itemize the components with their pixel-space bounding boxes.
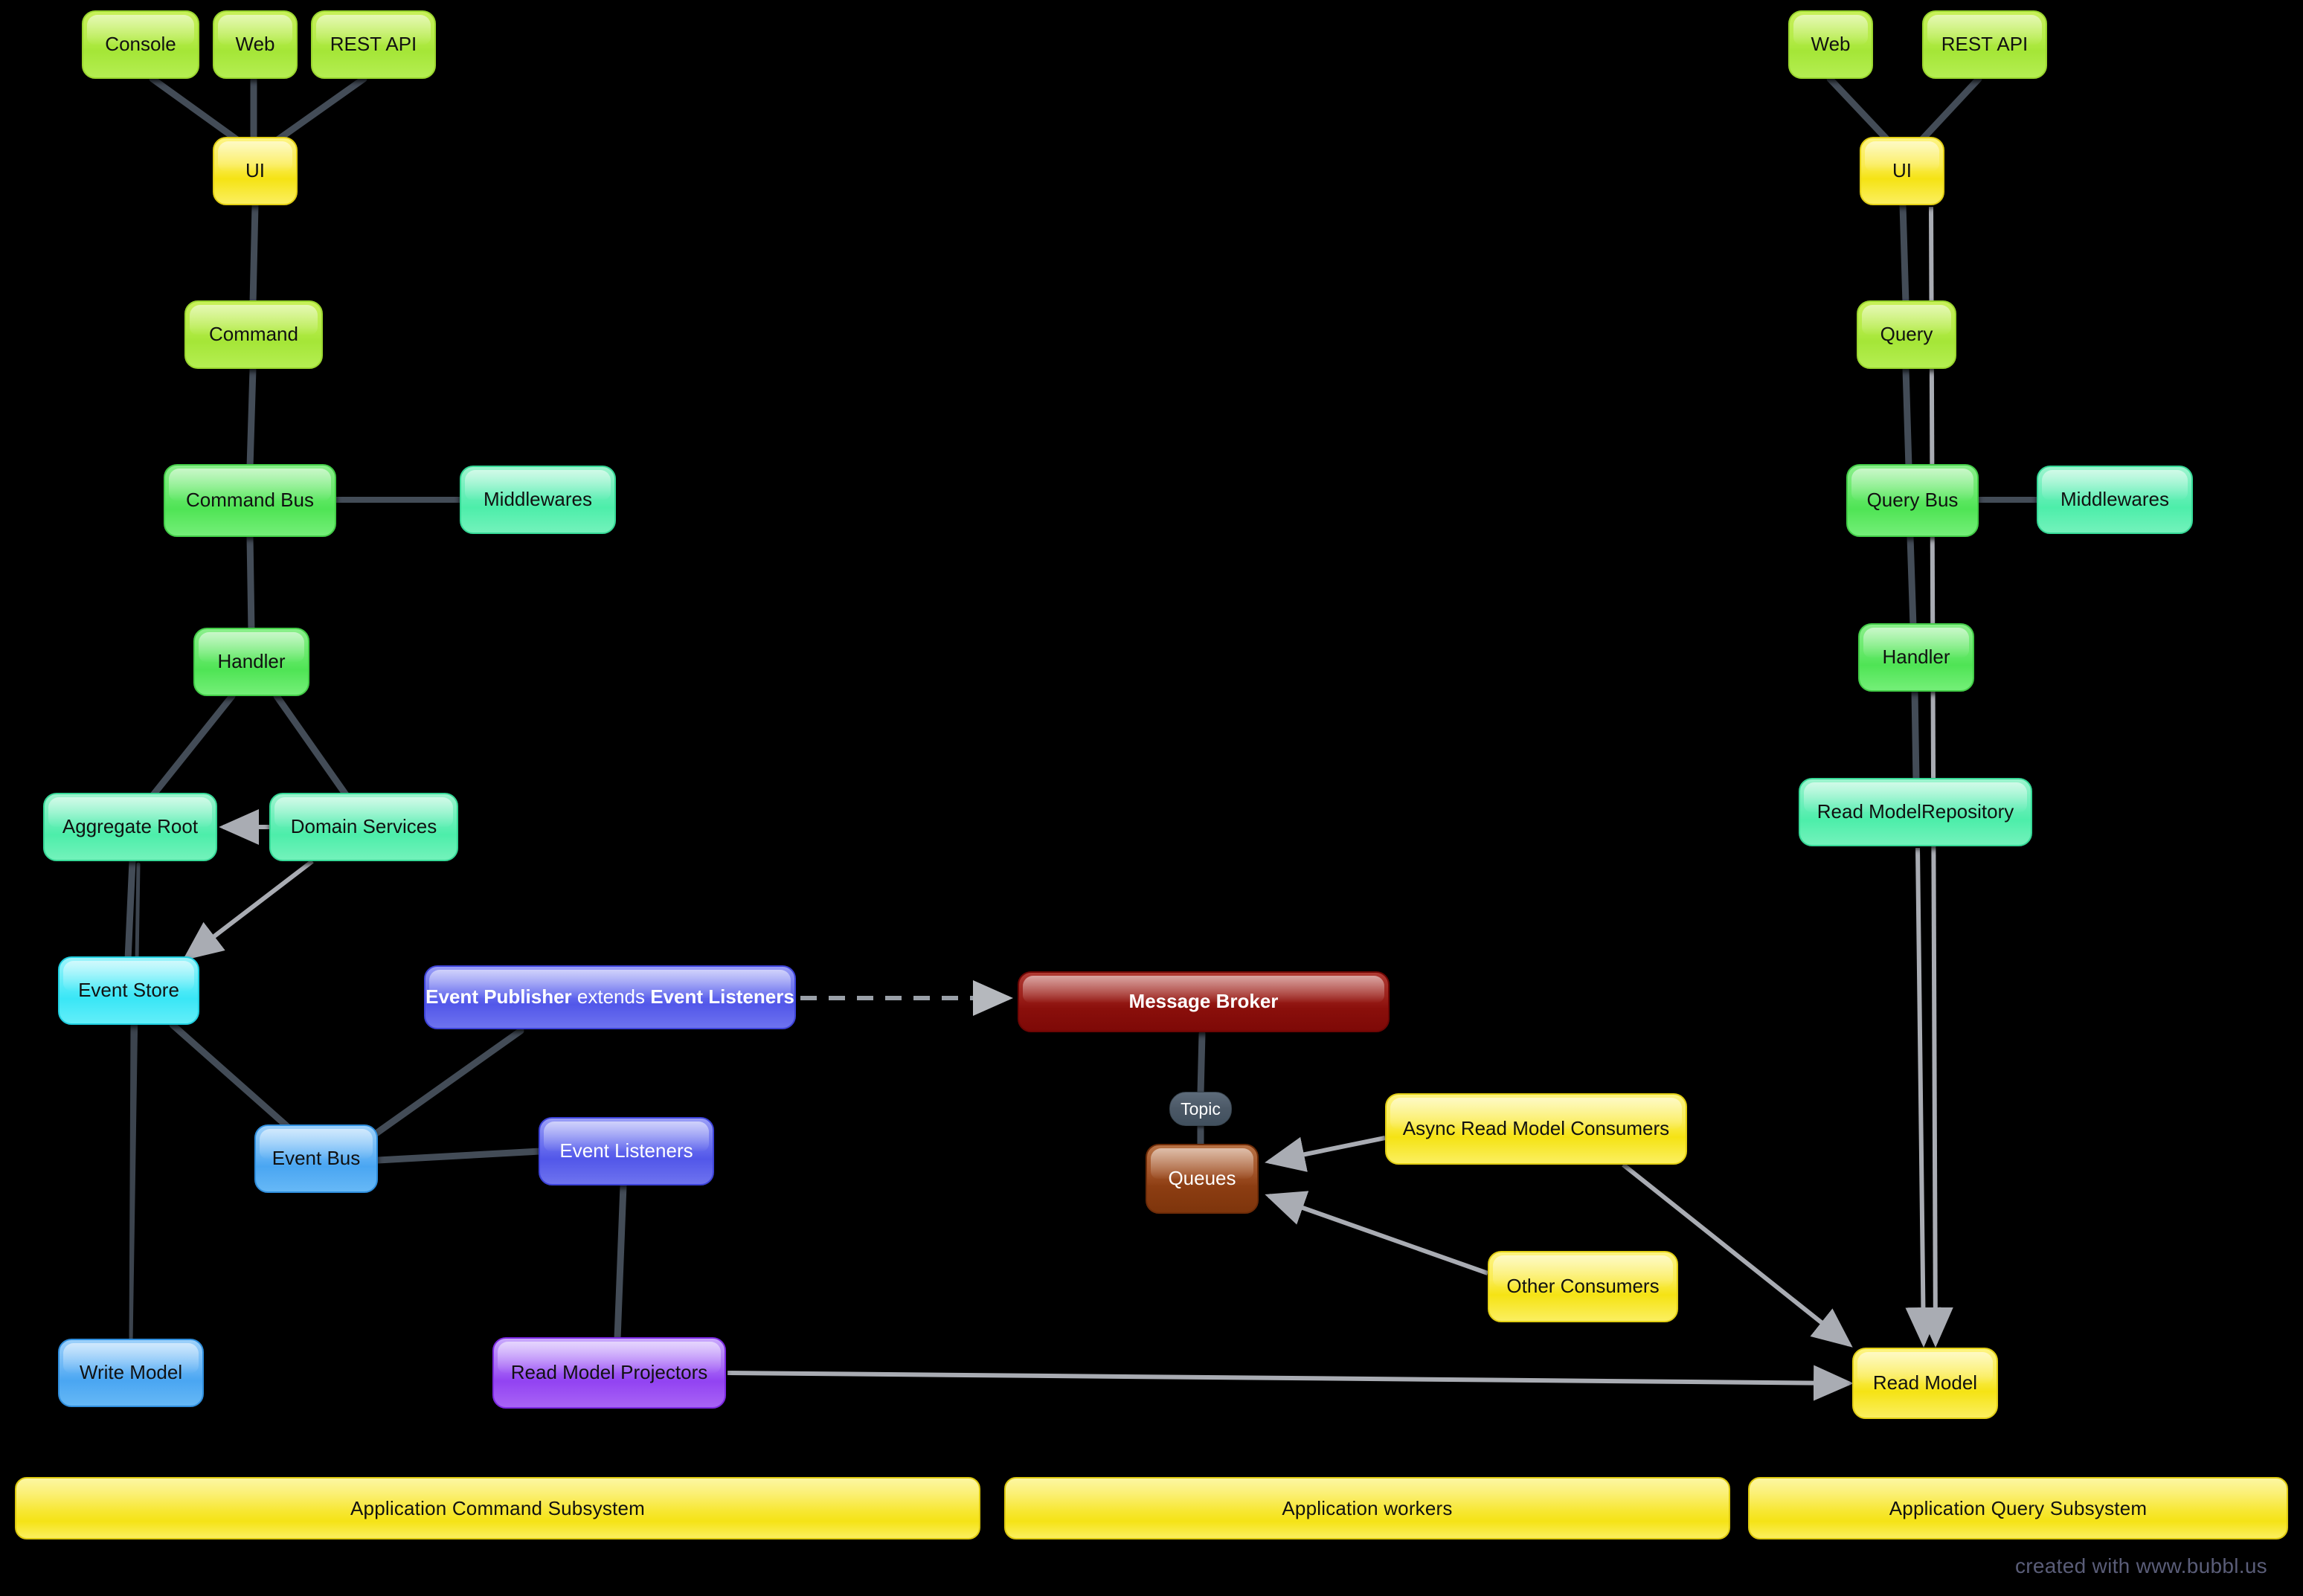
node-label: Read ModelRepository — [1817, 800, 2014, 823]
node-label: Query — [1880, 323, 1933, 346]
edge-repo-readmodel — [1905, 847, 1941, 1348]
node-label-part: Event Publisher — [425, 985, 572, 1008]
node-event_listeners[interactable]: Event Listeners — [539, 1117, 714, 1185]
watermark: created with www.bubbl.us — [2014, 1554, 2267, 1577]
node-label: Read Model Projectors — [510, 1361, 708, 1384]
node-query[interactable]: Query — [1857, 300, 1956, 369]
node-label: Command — [209, 323, 298, 346]
node-message_broker[interactable]: Message Broker — [1018, 971, 1390, 1032]
node-label: REST API — [1941, 33, 2029, 56]
node-label: Other Consumers — [1506, 1275, 1660, 1298]
node-other_consumers[interactable]: Other Consumers — [1488, 1251, 1678, 1322]
node-handler_cmd[interactable]: Handler — [193, 628, 309, 696]
node-label: Web — [1811, 33, 1851, 56]
node-label: Read Model — [1872, 1371, 1978, 1394]
bar-workers[interactable]: Application workers — [1004, 1477, 1730, 1539]
edge-command-bus — [246, 365, 257, 471]
edge-handlerq-repo — [1911, 688, 1920, 785]
edge-uiq-readmodel — [1917, 206, 1953, 1348]
node-query_bus[interactable]: Query Bus — [1846, 464, 1979, 537]
node-label-part: Event Listeners — [650, 985, 794, 1008]
node-middlewares_qry[interactable]: Middlewares — [2037, 466, 2193, 534]
node-label: Console — [105, 33, 176, 56]
node-queues[interactable]: Queues — [1146, 1144, 1259, 1214]
node-label: Middlewares — [484, 488, 592, 511]
node-ui_qry[interactable]: UI — [1860, 137, 1944, 205]
edge-handler-domain — [273, 692, 350, 799]
node-label: Async Read Model Consumers — [1402, 1117, 1670, 1140]
edge-evtstore-evtbus — [169, 1021, 294, 1133]
node-async_consumers[interactable]: Async Read Model Consumers — [1385, 1093, 1687, 1165]
edge-other-queues — [1265, 1191, 1489, 1275]
node-label: Web — [235, 33, 275, 56]
edge-uiq-query — [1899, 202, 1909, 307]
node-middlewares_cmd[interactable]: Middlewares — [460, 466, 616, 534]
node-label: Handler — [1882, 646, 1950, 669]
node-label: Handler — [217, 650, 286, 673]
diagram-canvas: Console Web REST API UI Command Command Bus Mi… — [0, 0, 2303, 1596]
node-command[interactable]: Command — [184, 300, 323, 369]
edge-agg-writemodel — [129, 862, 141, 1344]
node-label: Message Broker — [1128, 990, 1279, 1013]
subsystem-bar-label: Application Query Subsystem — [1889, 1496, 2148, 1519]
node-label: Query Bus — [1866, 489, 1959, 512]
node-domain_services[interactable]: Domain Services — [269, 793, 458, 861]
node-command_bus[interactable]: Command Bus — [164, 464, 336, 537]
node-event_publisher[interactable]: Event Publisher extends Event Listeners — [424, 965, 796, 1029]
node-label: REST API — [330, 33, 417, 56]
node-read_model_proj[interactable]: Read Model Projectors — [492, 1337, 726, 1409]
node-label: UI — [1892, 159, 1912, 182]
edge-evtbus-listeners — [374, 1148, 544, 1164]
bar-query[interactable]: Application Query Subsystem — [1748, 1477, 2288, 1539]
edge-agg-evtstore — [124, 857, 136, 963]
edge-webq-uiq — [1826, 75, 1897, 149]
edge-bus-handler — [246, 533, 255, 634]
node-write_model[interactable]: Write Model — [58, 1339, 204, 1407]
node-label: Domain Services — [290, 815, 437, 838]
node-label-part: extends — [571, 985, 651, 1008]
node-label: Aggregate Root — [62, 815, 199, 838]
subsystem-bar-label: Application workers — [1282, 1496, 1453, 1519]
edge-restapiq-uiq — [1912, 75, 1982, 149]
node-aggregate_root[interactable]: Aggregate Root — [43, 793, 217, 861]
node-web_qry[interactable]: Web — [1788, 10, 1873, 79]
node-ui_cmd[interactable]: UI — [213, 137, 298, 205]
node-event_bus[interactable]: Event Bus — [254, 1124, 378, 1193]
node-label: Event Store — [78, 979, 179, 1002]
node-label: Middlewares — [2061, 488, 2169, 511]
edge-query-querybus — [1902, 365, 1912, 471]
node-read_model[interactable]: Read Model — [1852, 1348, 1998, 1419]
subsystem-bar-label: Application Command Subsystem — [350, 1496, 645, 1519]
node-label: UI — [245, 159, 265, 182]
edge-listeners-proj — [614, 1182, 627, 1342]
node-label: Command Bus — [186, 489, 314, 512]
edge-handler-agg — [149, 692, 236, 799]
edge-ui-command — [249, 202, 259, 307]
node-web_cmd[interactable]: Web — [213, 10, 298, 79]
edge-async-queues — [1265, 1136, 1386, 1172]
node-topic[interactable]: Topic — [1169, 1092, 1232, 1126]
edge-domain-evtstore — [182, 859, 314, 961]
edge-restapi-ui — [266, 75, 367, 149]
node-restapi_cmd[interactable]: REST API — [311, 10, 436, 79]
edge-evtbus-publisher — [368, 1027, 524, 1140]
edge-console-ui — [149, 75, 249, 149]
node-label: Event Bus — [272, 1147, 361, 1170]
node-label: Queues — [1168, 1167, 1236, 1190]
node-console[interactable]: Console — [82, 10, 199, 79]
node-restapi_qry[interactable]: REST API — [1922, 10, 2047, 79]
node-label: Event Listeners — [559, 1139, 693, 1162]
node-label: Topic — [1181, 1098, 1221, 1119]
node-label: Write Model — [79, 1361, 183, 1384]
edge-proj-readmodel — [727, 1365, 1854, 1401]
edge-querybus-handlerq — [1907, 533, 1917, 630]
node-label: Event Publisher extends Event Listeners — [425, 985, 794, 1008]
edge-evtstore-down — [129, 1023, 135, 1344]
bar-command[interactable]: Application Command Subsystem — [15, 1477, 980, 1539]
node-handler_qry[interactable]: Handler — [1858, 623, 1974, 692]
edge-broker-topic — [1197, 1030, 1206, 1097]
node-read_model_repo[interactable]: Read ModelRepository — [1799, 778, 2032, 846]
node-event_store[interactable]: Event Store — [58, 956, 199, 1025]
